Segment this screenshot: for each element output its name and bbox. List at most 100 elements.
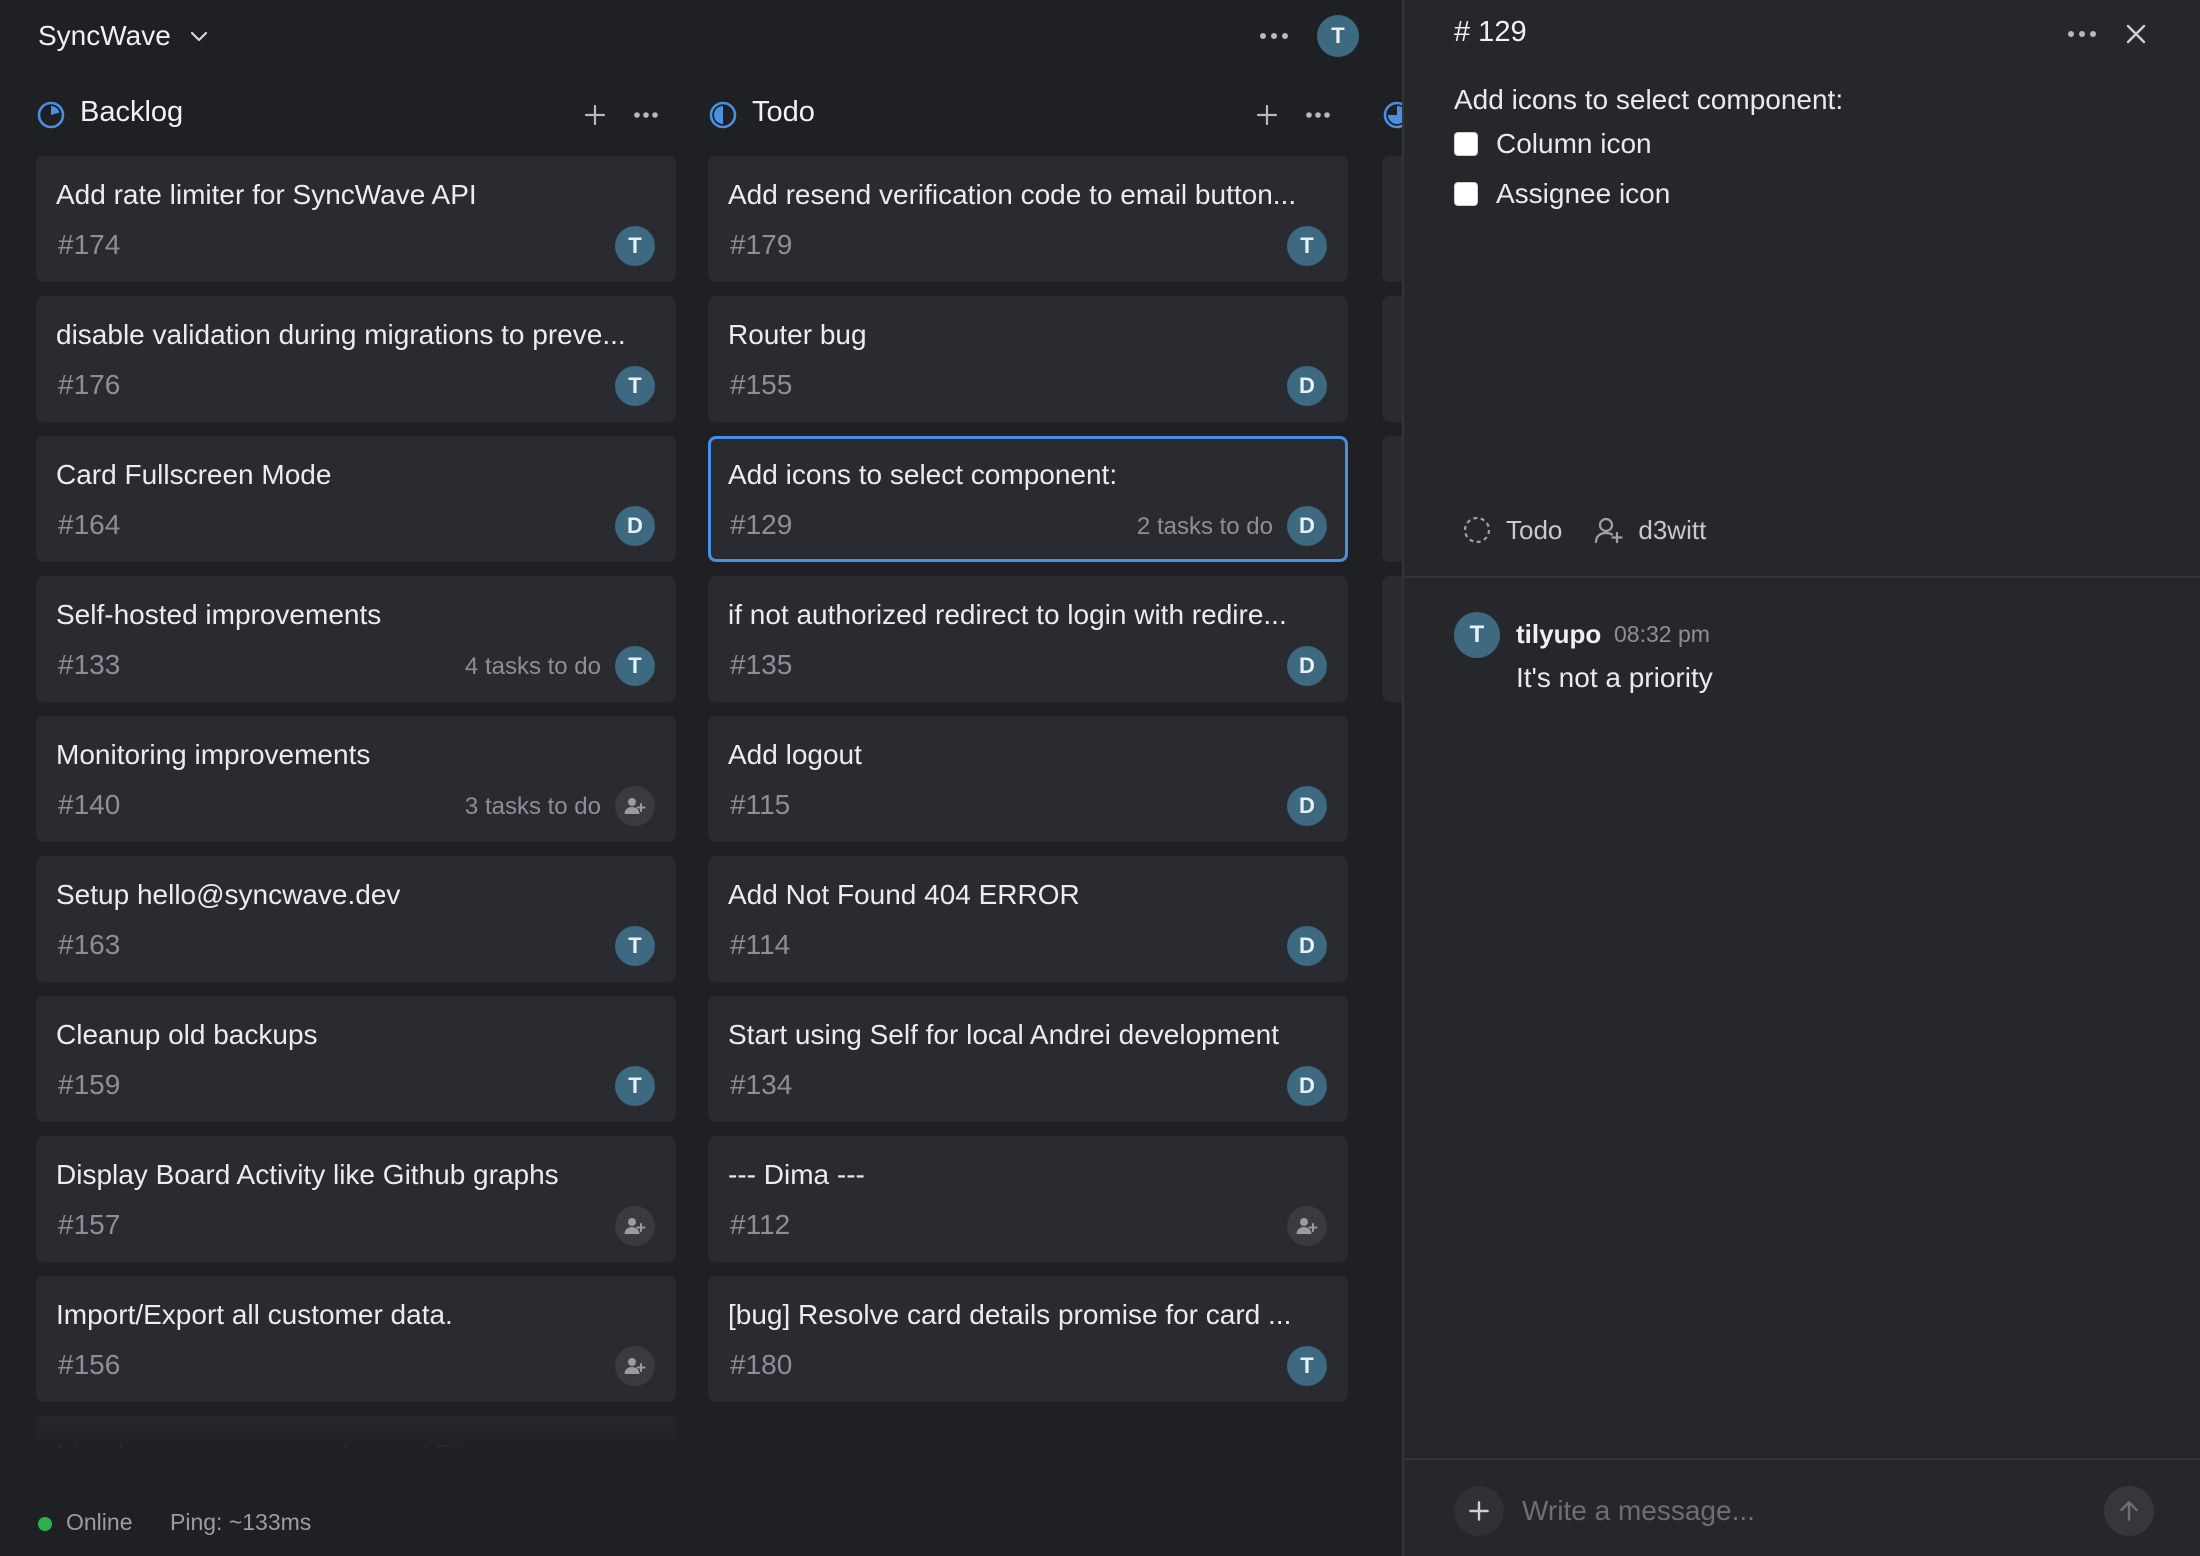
assignee-avatar[interactable]: T: [615, 226, 655, 266]
board-more-icon[interactable]: [1252, 18, 1296, 54]
checkbox[interactable]: [1454, 132, 1478, 156]
card[interactable]: Add logout #115 D: [708, 716, 1348, 842]
card[interactable]: Self-hosted improvements #133 4 tasks to d…: [36, 576, 676, 702]
close-icon[interactable]: [2116, 14, 2156, 54]
assignee-avatar[interactable]: T: [615, 366, 655, 406]
attach-plus-icon[interactable]: [1454, 1486, 1504, 1536]
user-avatar[interactable]: T: [1317, 15, 1359, 57]
app-root: SyncWave T Backlog Add rate limiter for …: [0, 0, 2200, 1556]
card-number: #129: [730, 509, 793, 540]
column-backlog: Backlog Add rate limiter for SyncWave AP…: [36, 84, 676, 1542]
assignee-avatar[interactable]: D: [615, 506, 655, 546]
assignee-avatar[interactable]: D: [1287, 366, 1327, 406]
column-name: Todo: [1506, 514, 1563, 545]
next-column-status-icon: [1383, 101, 1402, 129]
card-number: #156: [58, 1349, 121, 1380]
card[interactable]: Monitoring improvements #140 3 tasks to do: [36, 716, 676, 842]
assignee-initial: T: [1300, 233, 1314, 258]
more-horizontal-icon[interactable]: [1298, 98, 1338, 132]
assignee-initial: T: [628, 233, 642, 258]
assignee-avatar[interactable]: T: [615, 646, 655, 686]
message-input[interactable]: [1522, 1486, 2082, 1536]
card-title: disable validation during migrations to …: [56, 319, 626, 350]
workspace-switcher[interactable]: SyncWave: [38, 14, 211, 58]
assignee-initial: D: [1299, 933, 1315, 958]
card[interactable]: Add icons to select component: #129 2 task…: [708, 436, 1348, 562]
assignee-avatar[interactable]: D: [1287, 926, 1327, 966]
assignee-initial: T: [628, 1073, 642, 1098]
assignee-initial: D: [1299, 653, 1315, 678]
card-title: Router bug: [728, 319, 867, 350]
comment-text: It's not a priority: [1516, 662, 1713, 693]
assignee-avatar[interactable]: D: [1287, 646, 1327, 686]
card-number: #134: [730, 1069, 793, 1100]
assignee-avatar[interactable]: T: [615, 1066, 655, 1106]
assignee-initial: T: [628, 933, 642, 958]
assignee-avatar[interactable]: D: [1287, 506, 1327, 546]
comment-time: 08:32 pm: [1614, 621, 1710, 647]
comment-avatar-initial: T: [1469, 621, 1485, 648]
assignee-avatar[interactable]: T: [615, 926, 655, 966]
card-number: #180: [730, 1349, 793, 1380]
card-title: Self-hosted improvements: [56, 599, 382, 630]
card[interactable]: if not authorized redirect to login with…: [708, 576, 1348, 702]
plus-icon[interactable]: [578, 98, 612, 132]
column-title: Backlog: [80, 96, 184, 128]
ping-status: Ping: ~133ms: [170, 1509, 312, 1535]
column-select[interactable]: Todo: [1462, 515, 1562, 546]
checklist-item[interactable]: Column icon: [1454, 124, 1652, 164]
card-description-title: Add icons to select component:: [1454, 84, 1844, 115]
arrow-up-icon[interactable]: [2104, 1486, 2154, 1536]
column-header: Todo: [708, 84, 1348, 144]
card-detail-panel: # 129 Add icons to select component: Col…: [1402, 0, 2200, 1556]
comment-avatar: T: [1454, 612, 1500, 658]
card[interactable]: Start using Self for local Andrei develo…: [708, 996, 1348, 1122]
user-plus-icon[interactable]: [615, 1206, 655, 1246]
assignee-initial: D: [627, 513, 643, 538]
checkbox[interactable]: [1454, 182, 1478, 206]
assignee-avatar[interactable]: D: [1287, 786, 1327, 826]
assignee-select[interactable]: d3witt: [1594, 515, 1706, 546]
more-horizontal-icon[interactable]: [626, 98, 666, 132]
checklist-label: Column icon: [1496, 128, 1652, 159]
card-title: Setup hello@syncwave.dev: [56, 879, 401, 910]
card-title: Import/Export all customer data.: [56, 1299, 453, 1330]
card[interactable]: Cleanup old backups #159 T: [36, 996, 676, 1122]
card[interactable]: Add resend verification code to email bu…: [708, 156, 1348, 282]
comment-author: tilyupo: [1516, 619, 1602, 649]
card-title: Add resend verification code to email bu…: [728, 179, 1297, 210]
user-plus-icon[interactable]: [615, 1346, 655, 1386]
card[interactable]: Setup hello@syncwave.dev #163 T: [36, 856, 676, 982]
assignee-avatar[interactable]: T: [1287, 226, 1327, 266]
card-number: #112: [730, 1209, 791, 1240]
workspace-name: SyncWave: [38, 20, 171, 51]
card-number: #159: [58, 1069, 121, 1100]
card-number: #114: [730, 929, 791, 960]
panel-more-icon[interactable]: [2060, 16, 2104, 52]
card-number: #163: [58, 929, 121, 960]
card[interactable]: Display Board Activity like Github graph…: [36, 1136, 676, 1262]
card[interactable]: Add rate limiter for SyncWave API #174 T: [36, 156, 676, 282]
assignee-initial: D: [1299, 1073, 1315, 1098]
card[interactable]: Import/Export all customer data. #156: [36, 1276, 676, 1402]
assignee-initial: T: [628, 373, 642, 398]
card-id: # 129: [1454, 16, 1527, 48]
assignee-avatar[interactable]: D: [1287, 1066, 1327, 1106]
card[interactable]: [bug] Resolve card details promise for c…: [708, 1276, 1348, 1402]
card[interactable]: Router bug #155 D: [708, 296, 1348, 422]
card[interactable]: Card Fullscreen Mode #164 D: [36, 436, 676, 562]
user-plus-icon[interactable]: [615, 786, 655, 826]
card-number: #157: [58, 1209, 121, 1240]
card-title: [bug] Resolve card details promise for c…: [728, 1299, 1292, 1330]
card-title: Add logout: [728, 739, 862, 770]
assignee-avatar[interactable]: T: [1287, 1346, 1327, 1386]
plus-icon[interactable]: [1250, 98, 1284, 132]
divider: [1404, 1458, 2200, 1460]
card[interactable]: --- Dima --- #112: [708, 1136, 1348, 1262]
user-plus-icon[interactable]: [1287, 1206, 1327, 1246]
card[interactable]: disable validation during migrations to …: [36, 296, 676, 422]
card-title: Add rate limiter for SyncWave API: [56, 179, 477, 210]
card-number: #140: [58, 789, 121, 820]
checklist-item[interactable]: Assignee icon: [1454, 174, 1670, 214]
card[interactable]: Add Not Found 404 ERROR #114 D: [708, 856, 1348, 982]
